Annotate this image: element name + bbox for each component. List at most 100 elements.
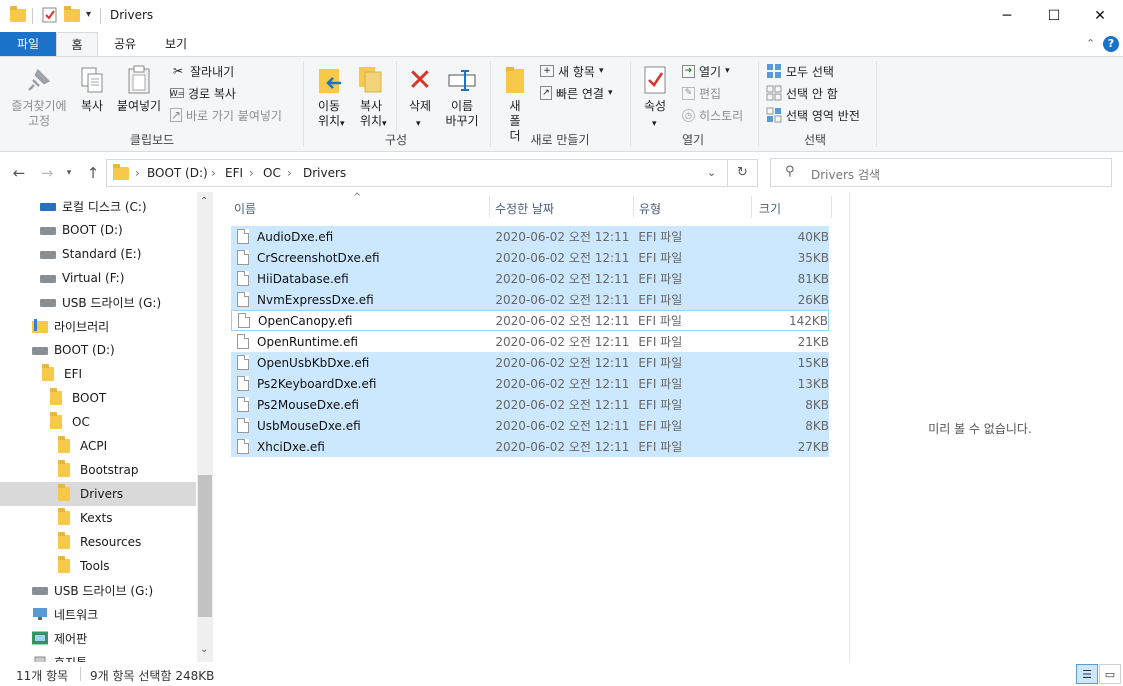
sidebar-item-network[interactable]: 네트워크 xyxy=(0,602,196,626)
sidebar-item-oc[interactable]: OC xyxy=(0,410,196,434)
search-box[interactable]: ⚲ Drivers 검색 xyxy=(770,158,1112,187)
edit-button[interactable]: ✎ 편집 xyxy=(682,83,721,103)
refresh-icon: ↻ xyxy=(737,165,748,180)
file-row[interactable]: NvmExpressDxe.efi 2020-06-02 오전 12:11 EF… xyxy=(231,289,829,310)
breadcrumb-separator-icon[interactable]: › xyxy=(211,166,216,180)
back-arrow-icon[interactable]: ← xyxy=(8,162,30,184)
address-bar[interactable]: › BOOT (D:) › EFI › OC › Drivers ⌄ xyxy=(106,159,728,187)
cut-button[interactable]: ✂ 잘라내기 xyxy=(170,61,234,81)
column-header-date[interactable]: 수정한 날짜 xyxy=(495,200,554,217)
sidebar-item-standard-e[interactable]: Standard (E:) xyxy=(0,242,196,266)
column-header-name[interactable]: 이름 xyxy=(234,200,256,217)
sidebar-scrollbar-thumb[interactable] xyxy=(198,475,212,617)
details-view-button[interactable]: ☰ xyxy=(1076,664,1098,684)
sidebar-item-resources[interactable]: Resources xyxy=(0,530,196,554)
file-row[interactable]: OpenCanopy.efi 2020-06-02 오전 12:11 EFI 파… xyxy=(231,310,829,331)
new-item-button[interactable]: + 새 항목 ▾ xyxy=(540,61,603,81)
column-divider[interactable] xyxy=(633,196,634,218)
up-arrow-icon[interactable]: ↑ xyxy=(82,162,104,184)
new-folder-quick-icon[interactable] xyxy=(64,6,80,25)
history-label: 히스토리 xyxy=(699,108,744,123)
properties-button[interactable]: 속성 xyxy=(636,65,674,114)
column-divider[interactable] xyxy=(751,196,752,218)
select-none-button[interactable]: 선택 안 함 xyxy=(766,83,838,103)
refresh-button[interactable]: ↻ xyxy=(728,159,758,187)
sidebar-item-boot-folder[interactable]: BOOT xyxy=(0,386,196,410)
minimize-button[interactable]: ─ xyxy=(984,0,1030,32)
copy-icon xyxy=(77,65,107,95)
sidebar-item-boot-d[interactable]: BOOT (D:) xyxy=(0,218,196,242)
sidebar-item-usb-g[interactable]: USB 드라이브 (G:) xyxy=(0,290,196,314)
breadcrumb-drivers[interactable]: Drivers xyxy=(303,166,346,180)
forward-arrow-icon[interactable]: → xyxy=(36,162,58,184)
collapse-ribbon-icon[interactable]: ⌃ xyxy=(1086,37,1095,50)
tab-view[interactable]: 보기 xyxy=(152,32,200,56)
rename-button[interactable]: 이름 바꾸기 xyxy=(442,65,482,129)
invert-selection-button[interactable]: 선택 영역 반전 xyxy=(766,105,860,125)
move-to-dropdown-icon[interactable]: ▾ xyxy=(340,119,345,129)
column-header-size[interactable]: 크기 xyxy=(759,200,781,217)
breadcrumb-oc[interactable]: OC xyxy=(263,166,281,180)
pin-to-quick-access-button[interactable]: 즐겨찾기에 고정 xyxy=(4,65,74,129)
copy-button[interactable]: 복사 xyxy=(76,65,108,114)
search-input[interactable]: Drivers 검색 xyxy=(811,166,880,183)
sidebar-item-control-panel[interactable]: 제어판 xyxy=(0,626,196,650)
sidebar-item-local-disk-c[interactable]: 로컬 디스크 (C:) xyxy=(0,194,196,218)
sidebar-item-tools[interactable]: Tools xyxy=(0,554,196,578)
sidebar-item-acpi[interactable]: ACPI xyxy=(0,434,196,458)
sidebar-item-boot-d-tree[interactable]: BOOT (D:) xyxy=(0,338,196,362)
breadcrumb-separator-icon[interactable]: › xyxy=(249,166,254,180)
breadcrumb-efi[interactable]: EFI xyxy=(225,166,243,180)
file-row[interactable]: XhciDxe.efi 2020-06-02 오전 12:11 EFI 파일 2… xyxy=(231,436,829,457)
sidebar-item-recycle-bin[interactable]: 휴지통 xyxy=(0,650,196,662)
breadcrumb-separator-icon[interactable]: › xyxy=(135,166,140,180)
recent-locations-icon[interactable]: ▾ xyxy=(58,162,80,184)
sidebar-item-usb-g-tree[interactable]: USB 드라이브 (G:) xyxy=(0,578,196,602)
column-divider[interactable] xyxy=(489,196,490,218)
close-button[interactable]: ✕ xyxy=(1077,0,1123,32)
delete-button[interactable]: ✕ 삭제 xyxy=(402,65,438,114)
file-row[interactable]: UsbMouseDxe.efi 2020-06-02 오전 12:11 EFI … xyxy=(231,415,829,436)
file-row[interactable]: OpenRuntime.efi 2020-06-02 오전 12:11 EFI … xyxy=(231,331,829,352)
address-history-dropdown-icon[interactable]: ⌄ xyxy=(707,166,716,179)
tab-file[interactable]: 파일 xyxy=(0,32,56,56)
open-button[interactable]: ➜ 열기 ▾ xyxy=(682,61,730,81)
sidebar-item-kexts[interactable]: Kexts xyxy=(0,506,196,530)
scroll-up-icon[interactable]: ⌃ xyxy=(200,196,208,207)
column-divider[interactable] xyxy=(831,196,832,218)
file-row[interactable]: Ps2MouseDxe.efi 2020-06-02 오전 12:11 EFI … xyxy=(231,394,829,415)
paste-shortcut-button[interactable]: ↗ 바로 가기 붙여넣기 xyxy=(170,105,282,125)
sidebar-item-libraries[interactable]: 라이브러리 xyxy=(0,314,196,338)
copy-path-button[interactable]: W= 경로 복사 xyxy=(170,83,236,103)
delete-dropdown-icon[interactable]: ▾ xyxy=(416,119,421,129)
sidebar-item-efi[interactable]: EFI xyxy=(0,362,196,386)
paste-button[interactable]: 붙여넣기 xyxy=(114,65,164,114)
copy-to-dropdown-icon[interactable]: ▾ xyxy=(382,119,387,129)
properties-quick-icon[interactable] xyxy=(42,7,58,23)
scroll-down-icon[interactable]: ⌄ xyxy=(200,644,208,655)
breadcrumb-separator-icon[interactable]: › xyxy=(287,166,292,180)
sidebar-item-virtual-f[interactable]: Virtual (F:) xyxy=(0,266,196,290)
select-all-button[interactable]: 모두 선택 xyxy=(766,61,834,81)
file-row[interactable]: OpenUsbKbDxe.efi 2020-06-02 오전 12:11 EFI… xyxy=(231,352,829,373)
breadcrumb-boot-drive[interactable]: BOOT (D:) xyxy=(147,166,208,180)
file-row[interactable]: HiiDatabase.efi 2020-06-02 오전 12:11 EFI … xyxy=(231,268,829,289)
sidebar-item-label: BOOT (D:) xyxy=(54,343,115,357)
large-icons-view-button[interactable]: ▭ xyxy=(1099,664,1121,684)
properties-dropdown-icon[interactable]: ▾ xyxy=(652,119,657,129)
file-row[interactable]: CrScreenshotDxe.efi 2020-06-02 오전 12:11 … xyxy=(231,247,829,268)
select-none-label: 선택 안 함 xyxy=(786,86,838,101)
maximize-button[interactable]: ☐ xyxy=(1031,0,1077,32)
column-header-type[interactable]: 유형 xyxy=(639,200,661,217)
history-button[interactable]: ◷ 히스토리 xyxy=(682,105,743,125)
easy-access-button[interactable]: ↗ 빠른 연결 ▾ xyxy=(540,83,613,103)
file-row[interactable]: AudioDxe.efi 2020-06-02 오전 12:11 EFI 파일 … xyxy=(231,226,829,247)
help-icon[interactable]: ? xyxy=(1103,36,1119,52)
sidebar-item-drivers[interactable]: Drivers xyxy=(0,482,196,506)
tab-home[interactable]: 홈 xyxy=(56,32,98,56)
sidebar-item-bootstrap[interactable]: Bootstrap xyxy=(0,458,196,482)
file-row[interactable]: Ps2KeyboardDxe.efi 2020-06-02 오전 12:11 E… xyxy=(231,373,829,394)
tab-share[interactable]: 공유 xyxy=(104,32,146,56)
customize-quick-access-icon[interactable]: ▾ xyxy=(86,9,91,20)
file-name: XhciDxe.efi xyxy=(257,439,325,454)
